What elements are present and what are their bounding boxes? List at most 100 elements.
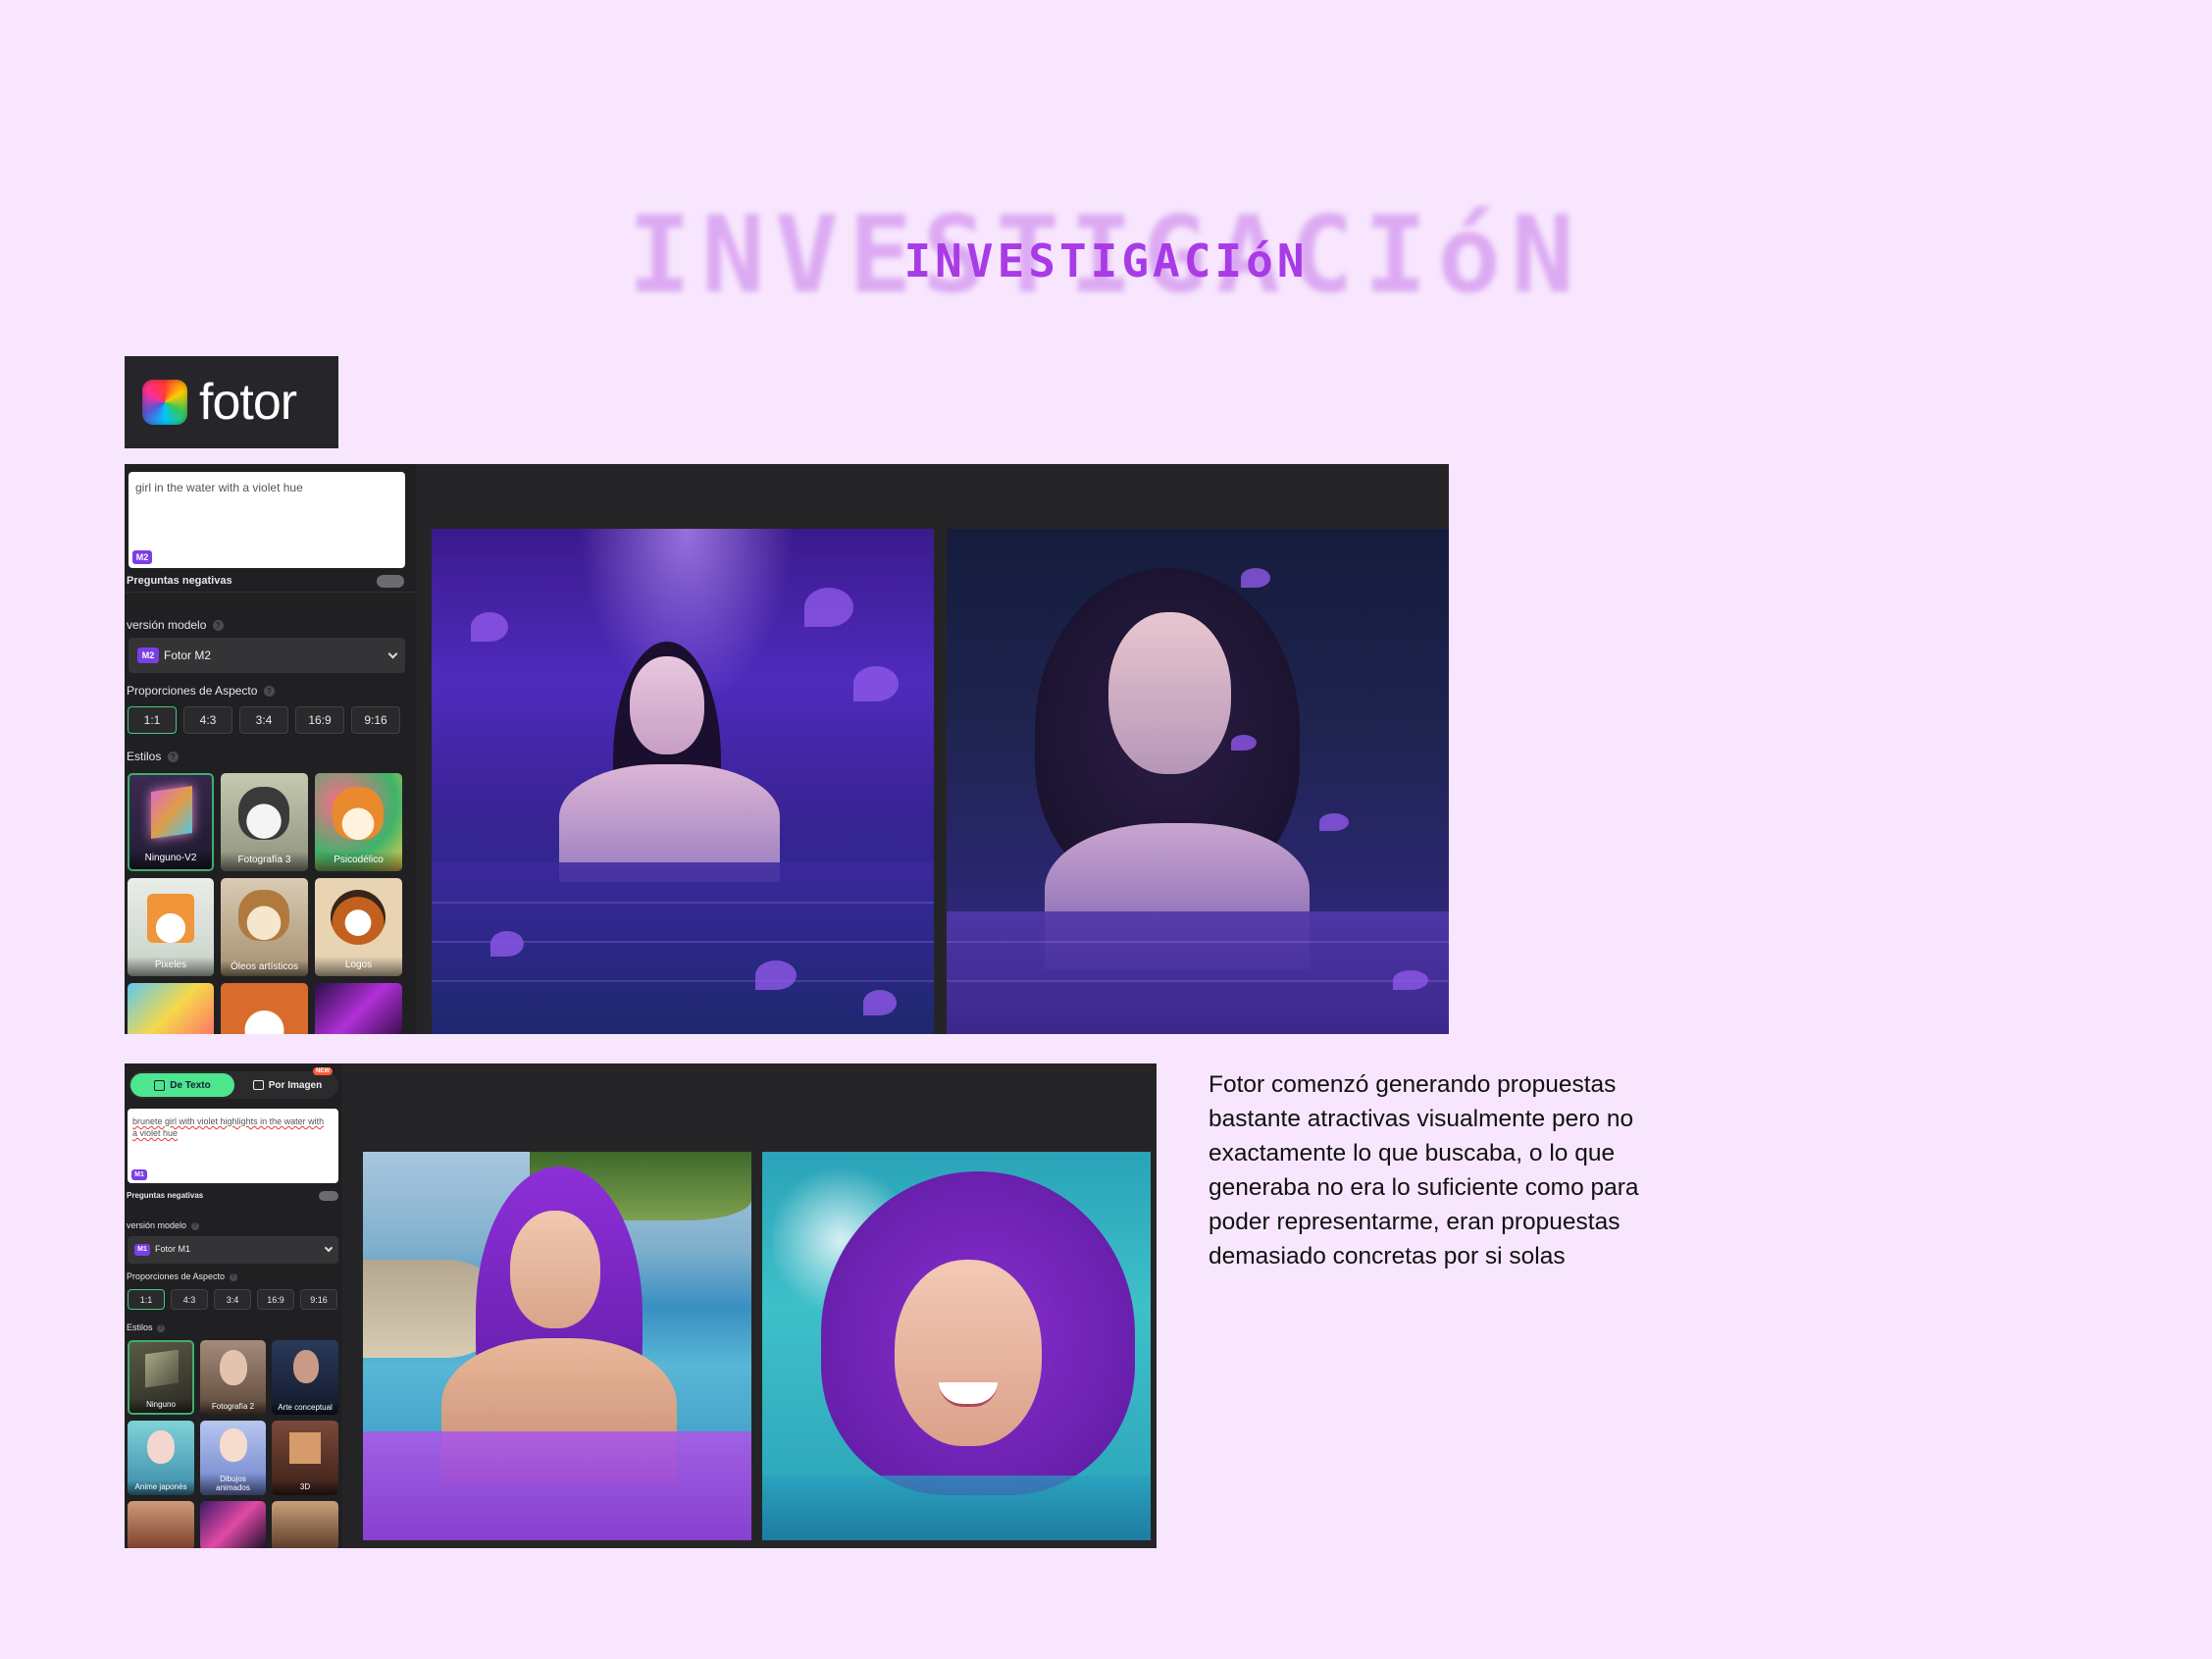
anime-girl-icon: [147, 1430, 175, 1464]
fotor-logo-icon: [142, 380, 187, 425]
result-image-2[interactable]: [947, 529, 1449, 1034]
pixel-dog-icon: [147, 894, 194, 943]
flower-icon: [490, 931, 524, 957]
flower-icon: [755, 960, 797, 990]
style-caption: Ninguno: [129, 1397, 192, 1413]
style-tile-more-1[interactable]: [128, 1501, 194, 1548]
flower-icon: [804, 588, 853, 627]
style-tile-ninguno[interactable]: Ninguno: [128, 1340, 194, 1415]
butterfly-icon: [1231, 735, 1257, 751]
help-icon: ?: [212, 620, 224, 632]
purple-water: [363, 1431, 751, 1540]
tab-from-image-label: Por Imagen: [268, 1079, 323, 1091]
ratio-3-4-button[interactable]: 3:4: [239, 706, 288, 734]
ripple: [432, 902, 934, 904]
ripple: [947, 980, 1449, 982]
face: [895, 1260, 1042, 1446]
style-caption: Fotografía 2: [200, 1399, 266, 1415]
style-tile-anime-japones[interactable]: Anime japonés: [128, 1421, 194, 1495]
aspect-ratio-text: Proporciones de Aspecto: [127, 1271, 226, 1281]
chevron-down-icon: [324, 1243, 334, 1253]
ratio-4-3-button[interactable]: 4:3: [183, 706, 232, 734]
help-icon: ?: [167, 752, 179, 763]
style-tile-fotografia-3[interactable]: Fotografía 3: [221, 773, 308, 871]
style-tile-more-2[interactable]: [200, 1501, 266, 1548]
portrait-icon: [220, 1350, 247, 1385]
style-tile-3d[interactable]: 3D: [272, 1421, 338, 1495]
style-caption: Óleos artísticos: [221, 959, 308, 976]
prompt-input[interactable]: brunete girl with violet highlights in t…: [128, 1109, 338, 1183]
model-badge: M1: [131, 1169, 147, 1180]
butterfly-icon: [1319, 813, 1349, 831]
ratio-3-4-button[interactable]: 3:4: [214, 1289, 251, 1310]
mode-tabs: De Texto Por Imagen NEW: [129, 1067, 338, 1099]
style-tile-pixeles[interactable]: Pixeles: [128, 878, 214, 976]
model-select-badge: M1: [134, 1244, 150, 1256]
style-tile-more-3[interactable]: [315, 983, 402, 1034]
ratio-16-9-button[interactable]: 16:9: [295, 706, 344, 734]
house-icon: [289, 1432, 321, 1464]
model-version-text: versión modelo: [127, 618, 207, 632]
style-tile-psicodelico[interactable]: Psicodélico: [315, 773, 402, 871]
ratio-9-16-button[interactable]: 9:16: [300, 1289, 337, 1310]
butterfly-icon: [1393, 970, 1428, 990]
divider: [125, 592, 416, 593]
result-image-1[interactable]: [432, 529, 934, 1034]
tab-from-image[interactable]: Por Imagen NEW: [238, 1067, 336, 1097]
result-image-4[interactable]: [762, 1152, 1151, 1540]
water: [947, 911, 1449, 1034]
ratio-9-16-button[interactable]: 9:16: [351, 706, 400, 734]
negative-prompts-toggle[interactable]: [319, 1191, 338, 1201]
cartoon-girl-icon: [220, 1428, 247, 1462]
model-select[interactable]: M1 Fotor M1: [128, 1236, 338, 1264]
style-tile-logos[interactable]: Logos: [315, 878, 402, 976]
help-icon: ?: [263, 686, 275, 698]
negative-prompts-label: Preguntas negativas: [127, 1191, 204, 1200]
flower-icon: [471, 612, 508, 642]
help-icon: ?: [190, 1221, 199, 1230]
style-caption: Psicodélico: [315, 851, 402, 871]
ratio-1-1-button[interactable]: 1:1: [128, 706, 177, 734]
ratio-4-3-button[interactable]: 4:3: [171, 1289, 208, 1310]
style-tile-arte-conceptual[interactable]: Arte conceptual: [272, 1340, 338, 1415]
ripple: [432, 980, 934, 982]
face: [630, 656, 704, 754]
style-tile-dibujos-animados[interactable]: Dibujos animados: [200, 1421, 266, 1495]
description-text: Fotor comenzó generando propuestas basta…: [1209, 1071, 1639, 1270]
style-tile-more-3[interactable]: [272, 1501, 338, 1548]
style-caption: Pixeles: [128, 956, 214, 976]
flower-icon: [863, 990, 897, 1015]
page-title: INVESTIGACIóN: [903, 234, 1309, 287]
style-tile-fotografia-2[interactable]: Fotografía 2: [200, 1340, 266, 1415]
style-caption: Dibujos animados: [200, 1474, 266, 1495]
model-select[interactable]: M2 Fotor M2: [129, 638, 405, 673]
style-tile-more-2[interactable]: [221, 983, 308, 1034]
aspect-ratio-group: 1:1 4:3 3:4 16:9 9:16: [128, 706, 400, 734]
fotor-screenshot-m2: girl in the water with a violet hue M2 P…: [125, 464, 1449, 1034]
ratio-1-1-button[interactable]: 1:1: [128, 1289, 165, 1310]
prompt-input[interactable]: girl in the water with a violet hue M2: [129, 472, 405, 568]
chevron-down-icon: [387, 648, 398, 659]
model-version-text: versión modelo: [127, 1220, 187, 1230]
result-image-3[interactable]: [363, 1152, 751, 1540]
new-badge: NEW: [313, 1067, 333, 1075]
aspect-ratio-text: Proporciones de Aspecto: [127, 684, 258, 698]
flower-icon: [853, 666, 899, 701]
tab-from-text-label: De Texto: [170, 1079, 211, 1091]
style-caption: Arte conceptual: [272, 1401, 338, 1415]
fotor-screenshot-m1: De Texto Por Imagen NEW brunete girl wit…: [125, 1063, 1157, 1548]
fotor-logo-text: fotor: [199, 374, 297, 431]
styles-text: Estilos: [127, 750, 162, 763]
model-select-value: Fotor M2: [164, 648, 212, 662]
style-tile-ninguno-v2[interactable]: Ninguno-V2: [128, 773, 214, 871]
negative-prompts-toggle[interactable]: [377, 575, 404, 588]
model-version-label: versión modelo ?: [127, 1220, 199, 1230]
puppy-icon: [238, 890, 289, 941]
aspect-ratio-label: Proporciones de Aspecto ?: [127, 684, 275, 698]
styles-text: Estilos: [127, 1322, 153, 1332]
model-select-value: Fotor M1: [155, 1244, 191, 1254]
style-tile-oleos-artisticos[interactable]: Óleos artísticos: [221, 878, 308, 976]
ratio-16-9-button[interactable]: 16:9: [257, 1289, 294, 1310]
style-tile-more-1[interactable]: [128, 983, 214, 1034]
tab-from-text[interactable]: De Texto: [130, 1073, 234, 1097]
